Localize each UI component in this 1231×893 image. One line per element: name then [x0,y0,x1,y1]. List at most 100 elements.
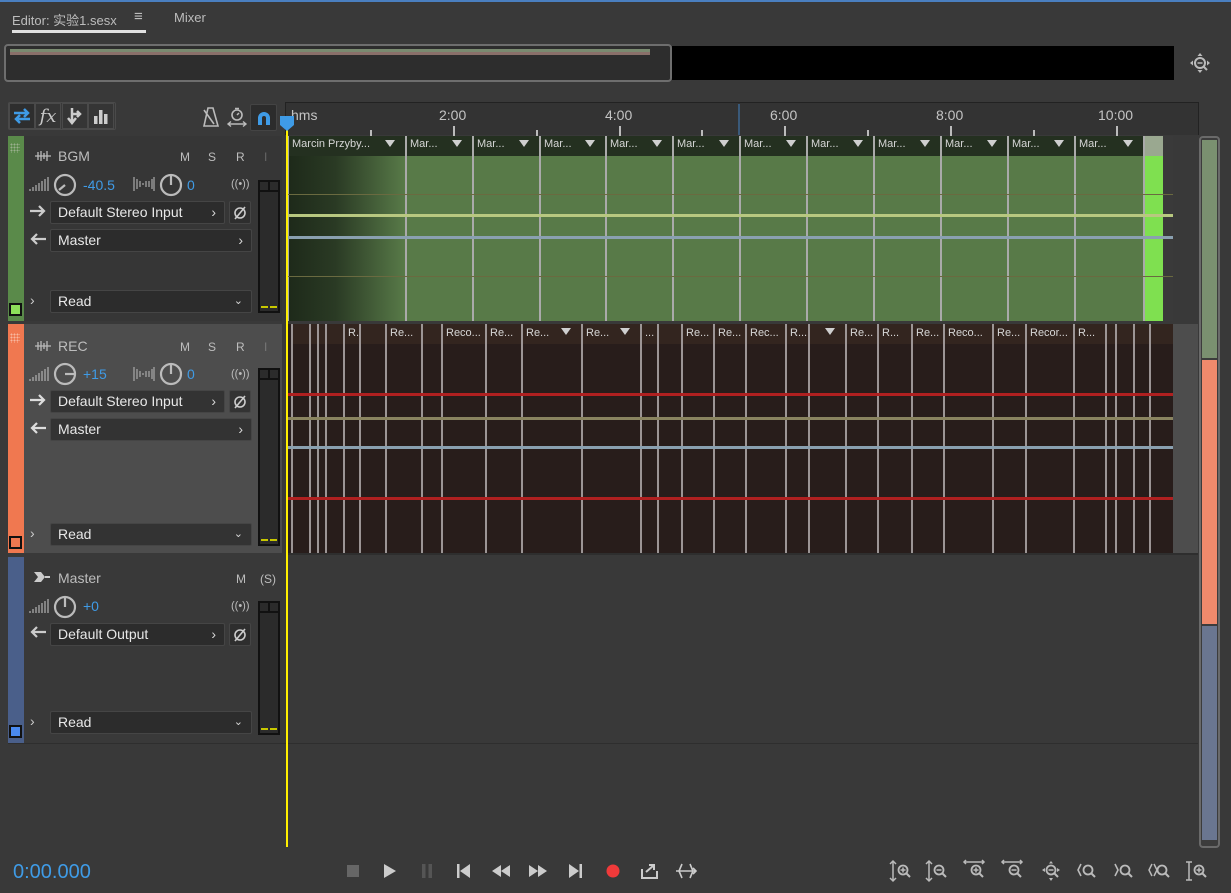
automation-mode-select[interactable]: Read ⌄ [50,523,252,546]
clip-menu-icon[interactable] [825,328,835,335]
audio-clip[interactable] [291,324,309,553]
time-stretch-button[interactable] [226,106,248,128]
polarity-invert-button[interactable] [229,201,251,224]
track-name-bgm[interactable]: BGM [58,148,90,164]
pause-button[interactable] [416,860,438,882]
zoom-in-tracks-button[interactable] [1184,858,1210,884]
clip-menu-icon[interactable] [853,140,863,147]
audio-clip[interactable]: R... [1073,324,1105,553]
audio-clip[interactable]: Recor... [1025,324,1073,553]
audio-clip[interactable]: Re... [681,324,713,553]
audio-clip[interactable]: Re... [581,324,640,553]
eq-button[interactable] [88,103,114,129]
snapping-toggle[interactable] [250,104,277,131]
solo-button[interactable]: S [208,340,216,354]
automation-mode-select[interactable]: Read ⌄ [50,711,252,734]
clip-menu-icon[interactable] [652,140,662,147]
expand-automation-icon[interactable]: › [30,292,35,308]
pan-knob[interactable] [159,173,183,200]
clip-menu-icon[interactable] [987,140,997,147]
track-color-swatch-rec[interactable] [9,536,22,549]
audio-clip[interactable] [359,324,385,553]
solo-safe-indicator[interactable]: (S) [260,572,276,586]
audio-clip[interactable]: Mar... [873,136,940,321]
audio-clip[interactable]: R... [877,324,911,553]
track-color-swatch-bgm[interactable] [9,303,22,316]
zoom-out-amplitude-button[interactable] [924,858,950,884]
audio-clip[interactable]: Mar... [1007,136,1074,321]
clip-menu-icon[interactable] [561,328,571,335]
volume-value[interactable]: -40.5 [83,177,115,193]
volume-value[interactable]: +0 [83,598,99,614]
audio-clip[interactable]: Re... [521,324,581,553]
zoom-in-amplitude-button[interactable] [888,858,914,884]
track-output-select[interactable]: Master › [50,229,252,252]
playhead-handle[interactable] [280,116,294,131]
volume-knob[interactable] [53,362,77,389]
track-output-select[interactable]: Master › [50,418,252,441]
zoom-out-full-button[interactable] [1036,858,1062,884]
mute-button[interactable]: M [180,150,190,164]
panel-menu-icon[interactable]: ≡ [134,8,143,25]
audio-clip[interactable]: Reco... [441,324,485,553]
envelope-line[interactable] [287,393,1173,396]
envelope-line[interactable] [287,194,1173,195]
arm-record-button[interactable]: R [236,340,245,354]
clip-menu-icon[interactable] [1054,140,1064,147]
tab-mixer[interactable]: Mixer [174,10,206,25]
audio-clip[interactable] [1115,324,1133,553]
audio-clip[interactable] [421,324,441,553]
clip-menu-icon[interactable] [786,140,796,147]
clip-menu-icon[interactable] [920,140,930,147]
zoom-to-selection-button[interactable] [1147,858,1173,884]
track-input-select[interactable]: Default Stereo Input › [50,390,225,413]
zoom-in-point-in-button[interactable] [1073,858,1099,884]
loop-playback-button[interactable] [639,860,661,882]
envelope-line[interactable] [287,276,1173,277]
envelope-line[interactable] [287,214,1173,217]
audio-clip[interactable]: Mar... [472,136,539,321]
audio-clip[interactable] [1149,324,1173,553]
polarity-invert-button[interactable] [229,623,251,646]
audio-clip[interactable] [1143,136,1163,321]
skip-selection-button[interactable] [675,860,697,882]
volume-knob[interactable] [53,173,77,200]
audio-clip[interactable]: Marcin Przyby... [287,136,405,321]
audio-clip[interactable] [657,324,681,553]
audio-clip[interactable]: Mar... [672,136,739,321]
audio-clip[interactable]: Re... [845,324,877,553]
volume-knob[interactable] [53,595,77,622]
polarity-invert-button[interactable] [229,390,251,413]
effects-rack-button[interactable]: fx [35,103,61,129]
monitor-input-button[interactable]: I [264,150,267,164]
solo-button[interactable]: S [208,150,216,164]
mute-button[interactable]: M [180,340,190,354]
clip-menu-icon[interactable] [519,140,529,147]
track-color-swatch-master[interactable] [9,725,22,738]
zoom-out-full-icon[interactable] [1188,51,1214,77]
audio-clip[interactable] [317,324,325,553]
current-time-display[interactable]: 0:00.000 [13,861,91,884]
clip-menu-icon[interactable] [620,328,630,335]
playhead-line[interactable] [286,122,288,847]
envelope-line[interactable] [287,236,1173,239]
audio-clip[interactable]: Mar... [739,136,806,321]
go-to-end-button[interactable] [564,860,586,882]
track-input-select[interactable]: Default Stereo Input › [50,201,225,224]
audio-clip[interactable] [325,324,343,553]
master-output-select[interactable]: Default Output › [50,623,225,646]
track-lane-bgm[interactable]: Marcin Przyby... Mar... Mar... Mar... Mar...… [287,136,1173,321]
track-name-master[interactable]: Master [58,570,101,586]
pan-knob[interactable] [159,362,183,389]
audio-clip[interactable] [1105,324,1115,553]
sends-button[interactable] [62,103,88,129]
monitor-input-button[interactable]: I [264,340,267,354]
audio-clip[interactable]: Re... [992,324,1025,553]
expand-automation-icon[interactable]: › [30,713,35,729]
record-button[interactable] [602,860,624,882]
zoom-in-time-button[interactable] [961,858,987,884]
expand-automation-icon[interactable]: › [30,525,35,541]
volume-value[interactable]: +15 [83,366,107,382]
track-name-rec[interactable]: REC [58,338,88,354]
clip-menu-icon[interactable] [385,140,395,147]
